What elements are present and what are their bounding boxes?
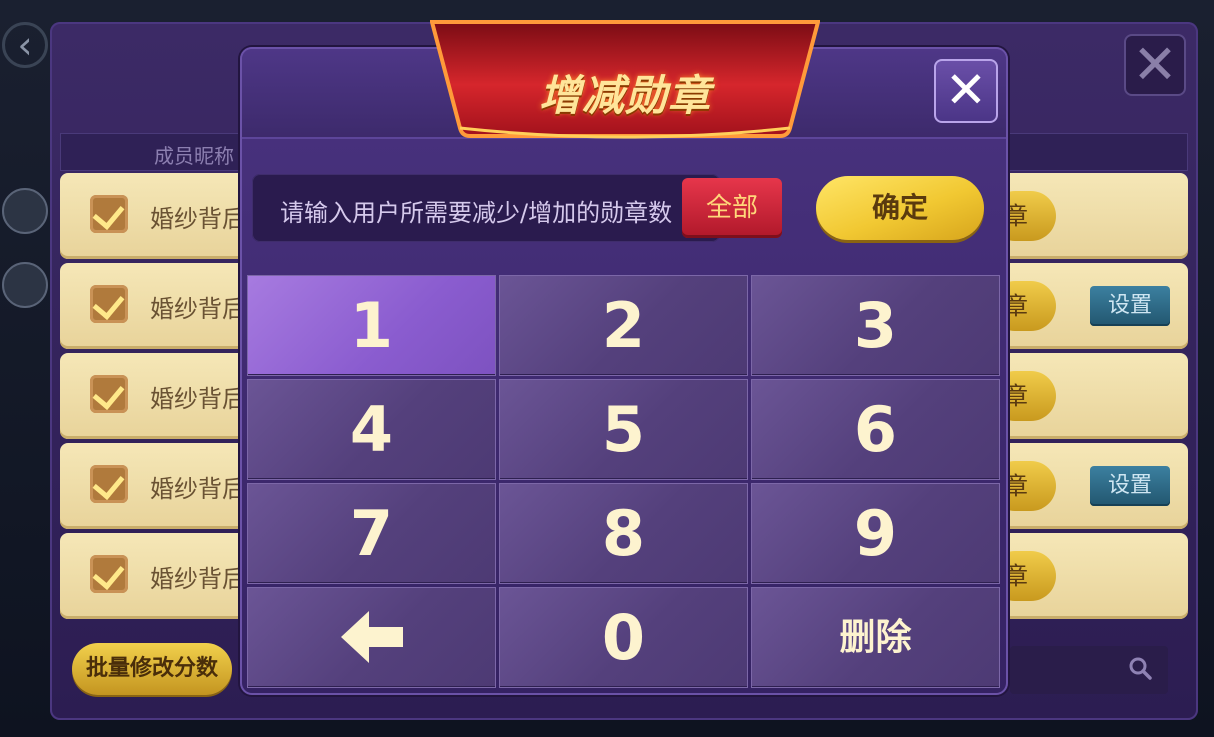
keypad-backspace-key[interactable] xyxy=(247,587,496,688)
member-name: 婚纱背后 xyxy=(150,385,246,413)
keypad-key-0[interactable]: 0 xyxy=(499,587,748,688)
back-arrow-icon[interactable]: ‹ xyxy=(2,22,48,68)
confirm-button[interactable]: 确定 xyxy=(816,176,984,240)
all-button[interactable]: 全部 xyxy=(682,178,782,238)
member-checkbox[interactable] xyxy=(90,465,128,503)
settings-button[interactable]: 设置 xyxy=(1090,466,1170,506)
dialog-title: 增减勋章 xyxy=(538,71,711,120)
member-name: 婚纱背后 xyxy=(150,205,246,233)
keypad-key-8[interactable]: 8 xyxy=(499,483,748,584)
close-icon[interactable]: ✕ xyxy=(934,59,998,123)
left-arrow-icon xyxy=(340,611,403,663)
avatar xyxy=(2,188,48,234)
batch-edit-button[interactable]: 批量修改分数 xyxy=(72,643,232,695)
input-placeholder: 请输入用户所需要减少/增加的勋章数 xyxy=(280,199,673,227)
keypad-delete-key[interactable]: 删除 xyxy=(751,587,1000,688)
keypad-key-6[interactable]: 6 xyxy=(751,379,1000,480)
member-name: 婚纱背后 xyxy=(150,295,246,323)
member-name: 婚纱背后 xyxy=(150,475,246,503)
close-icon[interactable]: ✕ xyxy=(1124,34,1186,96)
keypad-key-9[interactable]: 9 xyxy=(751,483,1000,584)
settings-button[interactable]: 设置 xyxy=(1090,286,1170,326)
keypad-key-7[interactable]: 7 xyxy=(247,483,496,584)
keypad-key-1[interactable]: 1 xyxy=(247,275,496,376)
keypad-key-2[interactable]: 2 xyxy=(499,275,748,376)
member-checkbox[interactable] xyxy=(90,285,128,323)
member-name: 婚纱背后 xyxy=(150,565,246,593)
avatar xyxy=(2,262,48,308)
keypad-key-5[interactable]: 5 xyxy=(499,379,748,480)
member-checkbox[interactable] xyxy=(90,375,128,413)
search-icon[interactable] xyxy=(1128,656,1152,680)
member-checkbox[interactable] xyxy=(90,555,128,593)
member-checkbox[interactable] xyxy=(90,195,128,233)
keypad-key-3[interactable]: 3 xyxy=(751,275,1000,376)
keypad-key-4[interactable]: 4 xyxy=(247,379,496,480)
column-header-nickname: 成员昵称 xyxy=(154,144,234,168)
